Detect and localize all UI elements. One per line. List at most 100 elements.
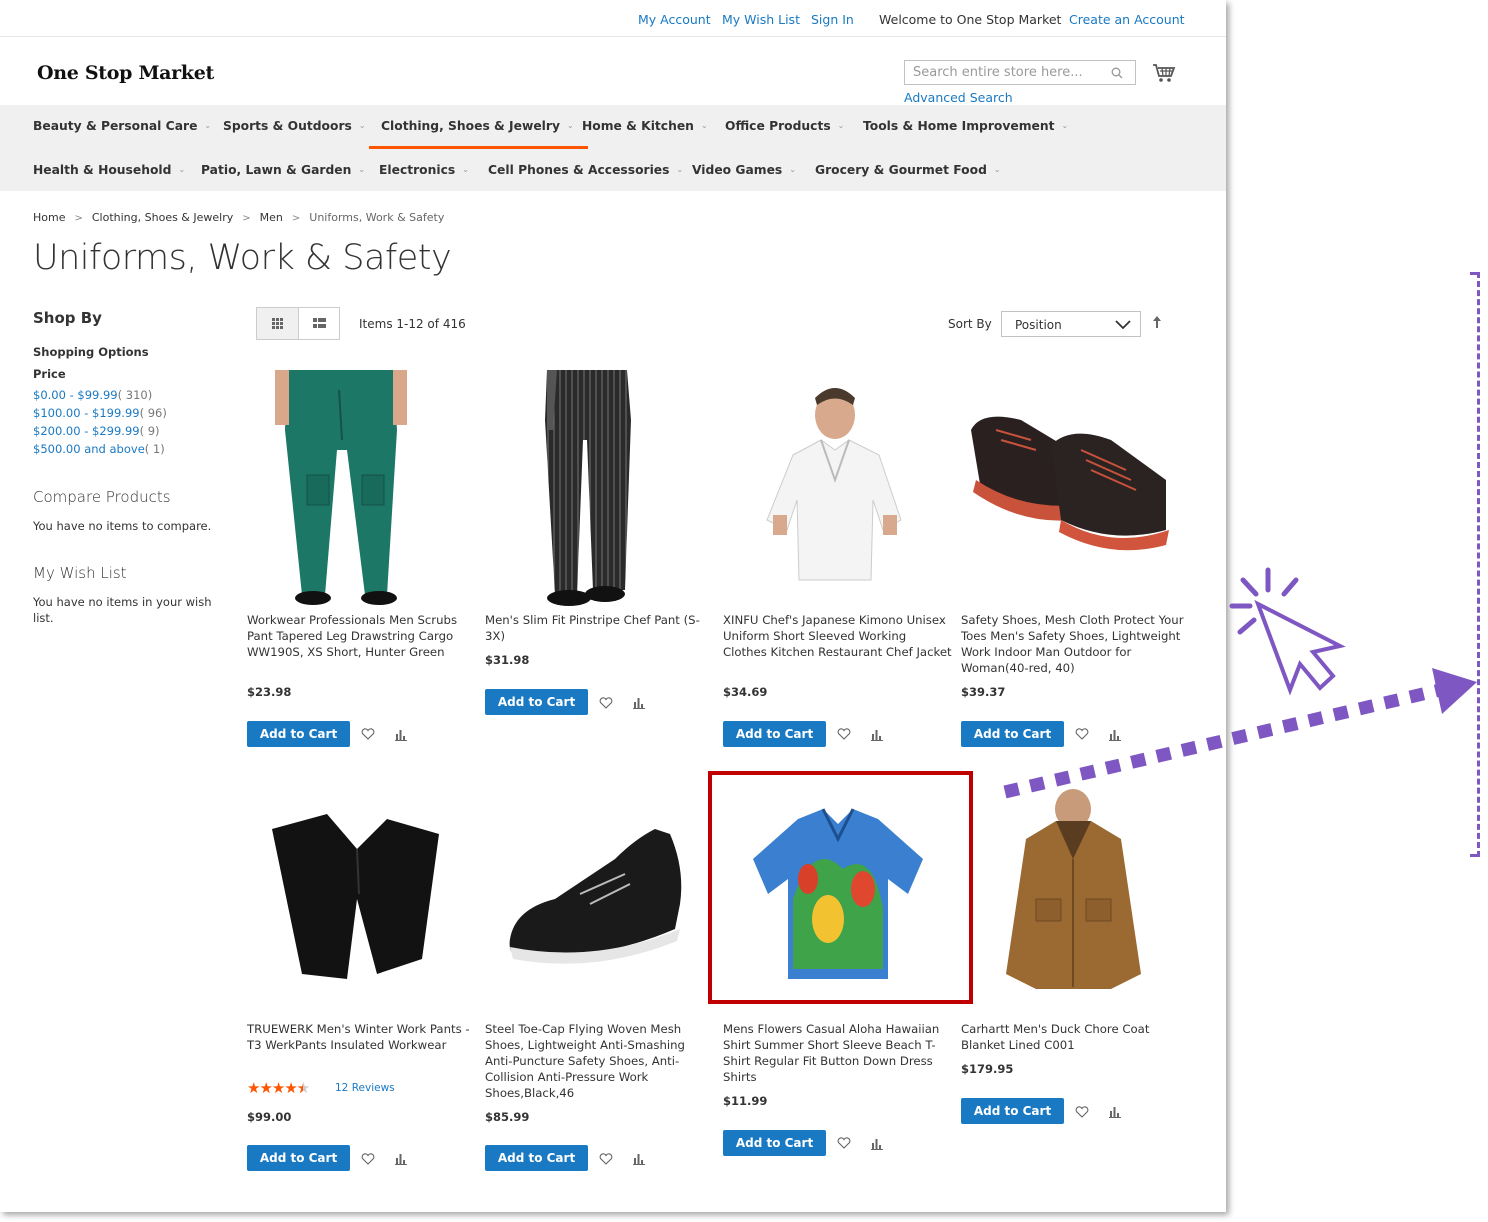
- my-wish-list-link[interactable]: My Wish List: [722, 12, 800, 27]
- search-input[interactable]: [905, 61, 1105, 84]
- chevron-down-icon: ⌄: [178, 165, 186, 174]
- chevron-down-icon: ⌄: [358, 121, 366, 130]
- heart-icon[interactable]: [599, 697, 613, 709]
- nav-sports-outdoors[interactable]: Sports & Outdoors ⌄: [223, 119, 366, 133]
- items-count: Items 1-12 of 416: [359, 317, 466, 331]
- sign-in-link[interactable]: Sign In: [811, 12, 854, 27]
- create-account-link[interactable]: Create an Account: [1069, 12, 1185, 27]
- heart-icon[interactable]: [837, 1137, 851, 1149]
- add-to-cart-button[interactable]: Add to Cart: [723, 1130, 826, 1156]
- product-price: $99.00: [247, 1110, 292, 1124]
- compare-icon[interactable]: [633, 697, 645, 709]
- grid-view-button[interactable]: [257, 308, 298, 339]
- chevron-down-icon: ⌄: [789, 165, 796, 174]
- dashed-box-corner-top: [1470, 272, 1479, 275]
- store-page: My Account My Wish List Sign In Welcome …: [0, 0, 1226, 1212]
- chevron-down-icon: ⌄: [1061, 121, 1069, 130]
- product-name[interactable]: Carhartt Men's Duck Chore Coat Blanket L…: [961, 1021, 1191, 1053]
- price-range-0-99[interactable]: $0.00 - $99.99( 310): [33, 388, 152, 402]
- page-title: Uniforms, Work & Safety: [33, 238, 452, 278]
- compare-icon[interactable]: [395, 729, 407, 741]
- add-to-cart-button[interactable]: Add to Cart: [485, 689, 588, 715]
- chevron-down-icon: ⌄: [204, 121, 212, 130]
- compare-icon[interactable]: [395, 1153, 407, 1165]
- chevron-down-icon: [1115, 320, 1131, 330]
- product-image-black-sneaker[interactable]: [485, 779, 715, 1019]
- product-name[interactable]: Steel Toe-Cap Flying Woven Mesh Shoes, L…: [485, 1021, 715, 1101]
- product-name[interactable]: XINFU Chef's Japanese Kimono Unisex Unif…: [723, 612, 953, 660]
- heart-icon[interactable]: [1075, 728, 1089, 740]
- nav-cell-phones-accessories[interactable]: Cell Phones & Accessories ⌄: [488, 163, 683, 177]
- cart-icon[interactable]: [1152, 62, 1176, 84]
- product-price: $23.98: [247, 685, 292, 699]
- nav-health-household[interactable]: Health & Household ⌄: [33, 163, 185, 177]
- heart-icon[interactable]: [837, 728, 851, 740]
- product-name[interactable]: Safety Shoes, Mesh Cloth Protect Your To…: [961, 612, 1191, 676]
- product-image-green-pants[interactable]: [247, 370, 477, 610]
- compare-icon[interactable]: [1109, 729, 1121, 741]
- nav-patio-lawn-garden[interactable]: Patio, Lawn & Garden ⌄: [201, 163, 365, 177]
- product-image-safety-shoes[interactable]: [961, 370, 1191, 610]
- add-to-cart-button[interactable]: Add to Cart: [961, 721, 1064, 747]
- product-name[interactable]: TRUEWERK Men's Winter Work Pants - T3 We…: [247, 1021, 477, 1053]
- sort-direction-arrow-icon[interactable]: [1152, 315, 1162, 329]
- highlight-box: [708, 771, 973, 1004]
- product-image-chef-jacket[interactable]: [723, 370, 953, 610]
- top-links-bar: My Account My Wish List Sign In Welcome …: [0, 0, 1226, 37]
- my-account-link[interactable]: My Account: [638, 12, 711, 27]
- compare-icon[interactable]: [871, 1138, 883, 1150]
- product-price: $85.99: [485, 1110, 530, 1124]
- breadcrumb-home[interactable]: Home: [33, 211, 65, 224]
- nav-grocery-gourmet-food[interactable]: Grocery & Gourmet Food ⌄: [815, 163, 1001, 177]
- add-to-cart-button[interactable]: Add to Cart: [247, 721, 350, 747]
- sort-by-label: Sort By: [948, 317, 992, 331]
- store-logo[interactable]: One Stop Market: [37, 62, 214, 84]
- product-image-black-pants[interactable]: [247, 779, 477, 1019]
- add-to-cart-button[interactable]: Add to Cart: [723, 721, 826, 747]
- chevron-right-icon: >: [74, 213, 83, 224]
- product-image-pinstripe-pants[interactable]: [485, 370, 715, 610]
- reviews-link[interactable]: 12 Reviews: [335, 1082, 395, 1094]
- product-name[interactable]: Men's Slim Fit Pinstripe Chef Pant (S-3X…: [485, 612, 715, 644]
- heart-icon[interactable]: [599, 1153, 613, 1165]
- nav-video-games[interactable]: Video Games ⌄: [692, 163, 796, 177]
- compare-icon[interactable]: [633, 1153, 645, 1165]
- list-icon: [313, 318, 326, 328]
- add-to-cart-button[interactable]: Add to Cart: [485, 1145, 588, 1171]
- nav-clothing-shoes-jewelry[interactable]: Clothing, Shoes & Jewelry ⌄: [369, 119, 588, 149]
- breadcrumb-men[interactable]: Men: [260, 211, 283, 224]
- nav-beauty-personal-care[interactable]: Beauty & Personal Care ⌄: [33, 119, 211, 133]
- heart-icon[interactable]: [361, 1153, 375, 1165]
- product-image-brown-coat[interactable]: [961, 779, 1191, 1019]
- breadcrumb-clothing[interactable]: Clothing, Shoes & Jewelry: [92, 211, 233, 224]
- product-price: $179.95: [961, 1062, 1014, 1076]
- cursor-click-icon: [1229, 567, 1346, 696]
- heart-icon[interactable]: [361, 728, 375, 740]
- advanced-search-link[interactable]: Advanced Search: [904, 90, 1013, 105]
- price-filter-label[interactable]: Price: [33, 367, 66, 381]
- add-to-cart-button[interactable]: Add to Cart: [247, 1145, 350, 1171]
- wish-list-heading: My Wish List: [33, 564, 127, 582]
- product-name[interactable]: Workwear Professionals Men Scrubs Pant T…: [247, 612, 477, 660]
- nav-office-products[interactable]: Office Products ⌄: [725, 119, 844, 133]
- price-range-200-299[interactable]: $200.00 - $299.99( 9): [33, 424, 160, 438]
- sort-by-select[interactable]: Position: [1001, 311, 1141, 337]
- search-icon[interactable]: [1111, 67, 1123, 79]
- nav-tools-home-improvement[interactable]: Tools & Home Improvement ⌄: [863, 119, 1068, 133]
- compare-icon[interactable]: [1109, 1106, 1121, 1118]
- search-box[interactable]: [904, 60, 1136, 85]
- nav-electronics[interactable]: Electronics ⌄: [379, 163, 469, 177]
- price-range-100-199[interactable]: $100.00 - $199.99( 96): [33, 406, 167, 420]
- nav-home-kitchen[interactable]: Home & Kitchen ⌄: [582, 119, 708, 133]
- compare-products-text: You have no items to compare.: [33, 519, 212, 533]
- list-view-button[interactable]: [298, 308, 339, 339]
- chevron-down-icon: ⌄: [993, 165, 1001, 174]
- breadcrumb-current: Uniforms, Work & Safety: [309, 211, 445, 224]
- heart-icon[interactable]: [1075, 1106, 1089, 1118]
- chevron-down-icon: ⌄: [566, 121, 574, 130]
- compare-icon[interactable]: [871, 729, 883, 741]
- chevron-right-icon: >: [291, 213, 301, 224]
- product-name[interactable]: Mens Flowers Casual Aloha Hawaiian Shirt…: [723, 1021, 953, 1085]
- price-range-500-above[interactable]: $500.00 and above( 1): [33, 442, 165, 456]
- add-to-cart-button[interactable]: Add to Cart: [961, 1098, 1064, 1124]
